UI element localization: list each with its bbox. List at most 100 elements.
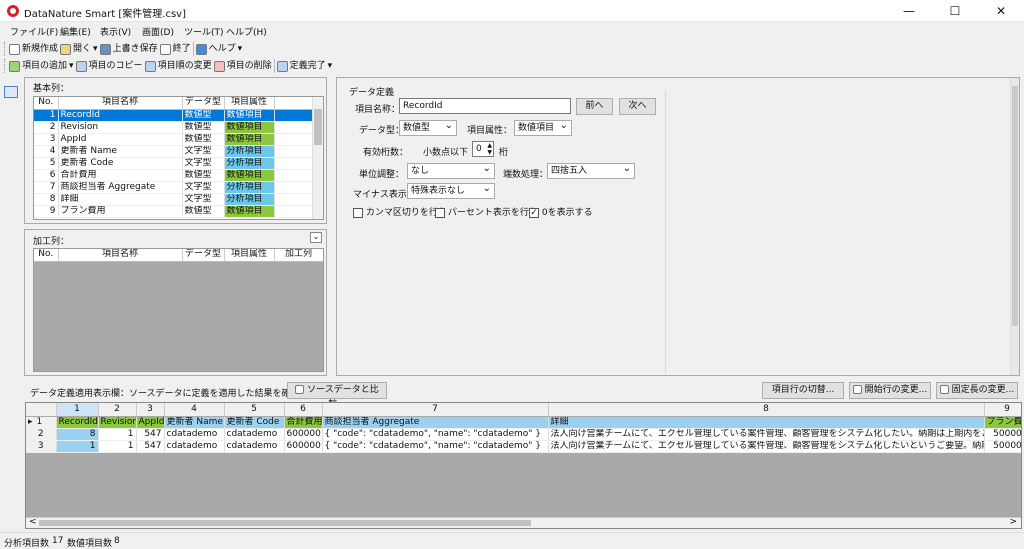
row-no[interactable]: 3 — [34, 133, 59, 146]
col-header-type[interactable]: データ型 — [182, 97, 225, 110]
data-cell[interactable]: cdatademo — [164, 428, 225, 441]
help-dropdown-icon[interactable]: ▾ — [238, 41, 243, 57]
header-cell[interactable]: 更新者 Code — [224, 416, 285, 429]
row-attr[interactable]: 分析項目 — [224, 181, 275, 194]
row-attr[interactable]: 分析項目 — [224, 157, 275, 170]
definition-scrollbar[interactable] — [1010, 78, 1019, 375]
column-number[interactable]: 5 — [224, 403, 285, 417]
row-no[interactable]: 5 — [34, 157, 59, 170]
menu-tools[interactable]: ツール(T) — [184, 25, 224, 38]
row-attr[interactable]: 数値項目 — [224, 205, 275, 218]
preview-horizontal-scrollbar[interactable]: < > — [26, 517, 1021, 528]
basic-row[interactable]: 3 AppId 数値型 数値項目 — [34, 133, 314, 146]
basic-row[interactable]: 4 更新者 Name 文字型 分析項目 — [34, 145, 314, 158]
row-name[interactable]: 更新者 Code — [58, 157, 183, 170]
copy-item-button[interactable]: 項目のコピー — [89, 58, 143, 74]
row-type[interactable]: 数値型 — [182, 205, 225, 218]
row-type[interactable]: 数値型 — [182, 121, 225, 134]
open-button[interactable]: 開く — [73, 41, 91, 57]
col-header-type[interactable]: データ型 — [182, 249, 225, 262]
rounding-select[interactable]: 四捨五入 — [547, 162, 635, 179]
data-cell[interactable]: 500000 — [984, 428, 1021, 441]
data-row[interactable]: 2 8 1 547 cdatademo cdatademo 600000{ "code": … — [26, 428, 1021, 441]
row-number[interactable]: ▸ 1 — [26, 416, 57, 429]
add-item-dropdown-icon[interactable]: ▾ — [69, 58, 74, 74]
row-type[interactable]: 文字型 — [182, 193, 225, 206]
col-header-no[interactable]: No. — [34, 249, 59, 262]
minus-select[interactable]: 特殊表示なし — [407, 182, 495, 199]
item-name-input[interactable]: RecordId — [399, 98, 571, 114]
col-header-name[interactable]: 項目名称 — [58, 249, 183, 262]
menu-file[interactable]: ファイル(F) — [10, 25, 58, 38]
data-cell[interactable]: cdatademo — [164, 440, 225, 453]
row-no[interactable]: 1 — [34, 109, 59, 122]
data-cell[interactable]: 500000 — [984, 440, 1021, 453]
row-type[interactable]: 文字型 — [182, 145, 225, 158]
row-name[interactable]: 商談担当者 Aggregate — [58, 181, 183, 194]
overwrite-save-button[interactable]: 上書き保存 — [113, 41, 158, 57]
row-name[interactable]: 更新者 Name — [58, 145, 183, 158]
unit-select[interactable]: なし — [407, 162, 495, 179]
data-cell[interactable]: 1 — [98, 440, 137, 453]
menu-edit[interactable]: 編集(E) — [60, 25, 91, 38]
zero-checkbox[interactable]: ✓ — [529, 207, 539, 218]
column-number[interactable]: 2 — [98, 403, 137, 417]
row-attr[interactable]: 数値項目 — [224, 109, 275, 122]
preview-search-icon[interactable] — [4, 86, 18, 98]
header-row[interactable]: ▸ 1 RecordId Revision AppId 更新者 Name 更新者 Code 合… — [26, 416, 1021, 429]
menu-screen[interactable]: 画面(D) — [142, 25, 174, 38]
comma-checkbox[interactable] — [353, 207, 363, 218]
comma-option[interactable]: カンマ区切りを行う — [353, 205, 447, 218]
row-number[interactable]: 2 — [26, 428, 57, 441]
header-cell[interactable]: 詳細 — [548, 416, 985, 429]
basic-row[interactable]: 9 プラン費用 数値型 数値項目 — [34, 205, 314, 218]
header-cell[interactable]: プラン費用 — [984, 416, 1021, 429]
basic-row[interactable]: 1 RecordId 数値型 数値項目 — [34, 109, 314, 122]
data-cell[interactable]: 600000 — [284, 428, 323, 441]
basic-row[interactable]: 2 Revision 数値型 数値項目 — [34, 121, 314, 134]
data-cell[interactable]: cdatademo — [224, 428, 285, 441]
open-dropdown-icon[interactable]: ▾ — [93, 41, 98, 57]
exit-button[interactable]: 終了 — [173, 41, 191, 57]
data-cell[interactable]: { "code": "cdatademo", "name": "cdatadem… — [322, 428, 549, 441]
row-name[interactable]: 合計費用 — [58, 169, 183, 182]
zero-option[interactable]: ✓ 0を表示する — [529, 205, 593, 218]
item-attr-select[interactable]: 数値項目 — [514, 119, 572, 136]
data-cell[interactable]: 8 — [56, 428, 99, 441]
column-number[interactable]: 7 — [322, 403, 549, 417]
maximize-icon[interactable]: ☐ — [932, 0, 978, 22]
col-header-name[interactable]: 項目名称 — [58, 97, 183, 110]
row-name[interactable]: Revision — [58, 121, 183, 134]
data-cell[interactable]: 1 — [56, 440, 99, 453]
data-cell[interactable]: 法人向け営業チームにて、エクセル管理している案件管理、顧客管理をシステム化したい… — [548, 428, 985, 441]
column-number[interactable]: 1 — [56, 403, 99, 417]
basic-row[interactable]: 6 合計費用 数値型 数値項目 — [34, 169, 314, 182]
prev-button[interactable]: 前へ — [576, 98, 613, 115]
scroll-right-icon[interactable]: > — [1009, 517, 1017, 527]
decimal-stepper[interactable]: 0 ▲ ▼ — [472, 141, 494, 157]
start-row-button[interactable]: 開始行の変更... — [849, 382, 931, 399]
data-cell[interactable]: 547 — [136, 428, 165, 441]
basic-row[interactable]: 5 更新者 Code 文字型 分析項目 — [34, 157, 314, 170]
preview-scrollbar-thumb[interactable] — [39, 520, 531, 526]
header-cell[interactable]: AppId — [136, 416, 165, 429]
row-type[interactable]: 数値型 — [182, 109, 225, 122]
fixed-length-button[interactable]: 固定長の変更... — [936, 382, 1018, 399]
row-attr[interactable]: 分析項目 — [224, 145, 275, 158]
data-type-select[interactable]: 数値型 — [399, 119, 457, 136]
row-attr[interactable]: 数値項目 — [224, 121, 275, 134]
row-type[interactable]: 数値型 — [182, 133, 225, 146]
row-no[interactable]: 8 — [34, 193, 59, 206]
definition-scrollbar-thumb[interactable] — [1012, 86, 1018, 326]
basic-row[interactable]: 8 詳細 文字型 分析項目 — [34, 193, 314, 206]
reorder-button[interactable]: 項目順の変更 — [158, 58, 212, 74]
collapse-icon[interactable]: ⌄ — [310, 232, 322, 243]
column-number[interactable]: 4 — [164, 403, 225, 417]
row-name[interactable]: RecordId — [58, 109, 183, 122]
switch-header-button[interactable]: 項目行の切替... — [762, 382, 844, 399]
row-name[interactable]: 詳細 — [58, 193, 183, 206]
basic-scrollbar-thumb[interactable] — [314, 109, 322, 145]
row-no[interactable]: 4 — [34, 145, 59, 158]
column-number[interactable]: 9 — [984, 403, 1021, 417]
data-cell[interactable]: cdatademo — [224, 440, 285, 453]
